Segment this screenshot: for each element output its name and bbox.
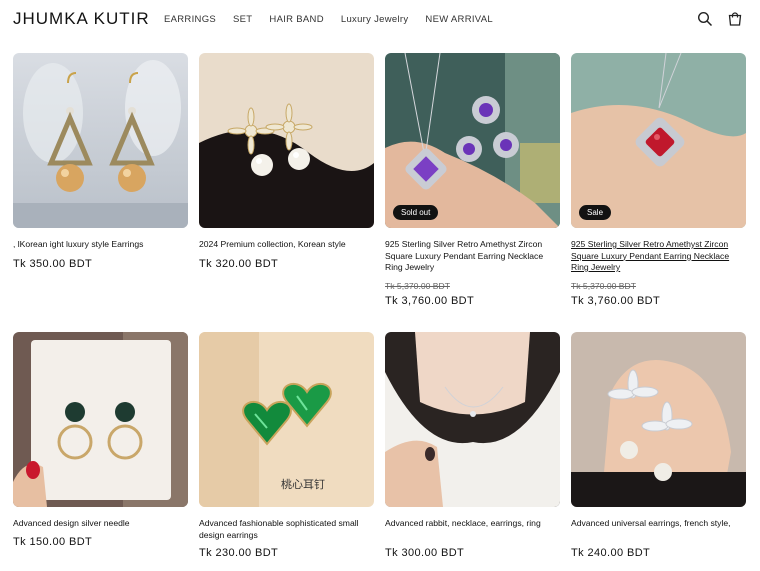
product-title[interactable]: Advanced fashionable sophisticated small… — [199, 518, 374, 541]
product-price: Tk 150.00 BDT — [13, 536, 93, 548]
product-image[interactable]: Sale — [571, 53, 746, 228]
product-price: Tk 350.00 BDT — [13, 258, 93, 270]
product-price: Tk 300.00 BDT — [385, 547, 465, 559]
cart-icon[interactable] — [727, 11, 743, 27]
nav-earrings[interactable]: EARRINGS — [164, 14, 216, 25]
product-title[interactable]: Advanced rabbit, necklace, earrings, rin… — [385, 518, 560, 530]
search-icon[interactable] — [697, 11, 713, 27]
product-title[interactable]: , lKorean ight luxury style Earrings — [13, 239, 188, 251]
sold-out-badge: Sold out — [393, 205, 439, 220]
product-image[interactable]: Sold out — [385, 53, 560, 228]
main-nav: EARRINGS SET HAIR BAND Luxury Jewelry NE… — [164, 14, 510, 25]
product-image[interactable] — [13, 53, 188, 228]
product-title[interactable]: 925 Sterling Silver Retro Amethyst Zirco… — [571, 239, 746, 274]
product-price: Tk 320.00 BDT — [199, 258, 279, 270]
product-price: Tk 3,760.00 BDT — [385, 295, 475, 307]
nav-new-arrival[interactable]: NEW ARRIVAL — [425, 14, 493, 25]
nav-set[interactable]: SET — [233, 14, 252, 25]
product-title[interactable]: 925 Sterling Silver Retro Amethyst Zirco… — [385, 239, 560, 274]
product-price: Tk 230.00 BDT — [199, 547, 279, 559]
product-price: Tk 3,760.00 BDT — [571, 295, 661, 307]
product-image[interactable] — [13, 332, 188, 507]
compare-price: Tk 5,370.00 BDT — [385, 281, 450, 291]
sale-badge: Sale — [579, 205, 612, 220]
store-logo[interactable]: JHUMKA KUTIR — [13, 9, 150, 29]
site-header: JHUMKA KUTIR EARRINGS SET HAIR BAND Luxu… — [0, 0, 760, 40]
product-image[interactable]: 桃心耳钉 — [199, 332, 374, 507]
product-image[interactable] — [385, 332, 560, 507]
product-title[interactable]: Advanced universal earrings, french styl… — [571, 518, 746, 530]
product-price: Tk 240.00 BDT — [571, 547, 651, 559]
image-caption: 桃心耳钉 — [281, 477, 325, 491]
product-title[interactable]: Advanced design silver needle — [13, 518, 188, 530]
compare-price: Tk 5,370.00 BDT — [571, 281, 636, 291]
product-image[interactable] — [571, 332, 746, 507]
nav-hair-band[interactable]: HAIR BAND — [269, 14, 323, 25]
product-image[interactable] — [199, 53, 374, 228]
product-title[interactable]: 2024 Premium collection, Korean style — [199, 239, 374, 251]
nav-luxury-jewelry[interactable]: Luxury Jewelry — [341, 14, 409, 25]
